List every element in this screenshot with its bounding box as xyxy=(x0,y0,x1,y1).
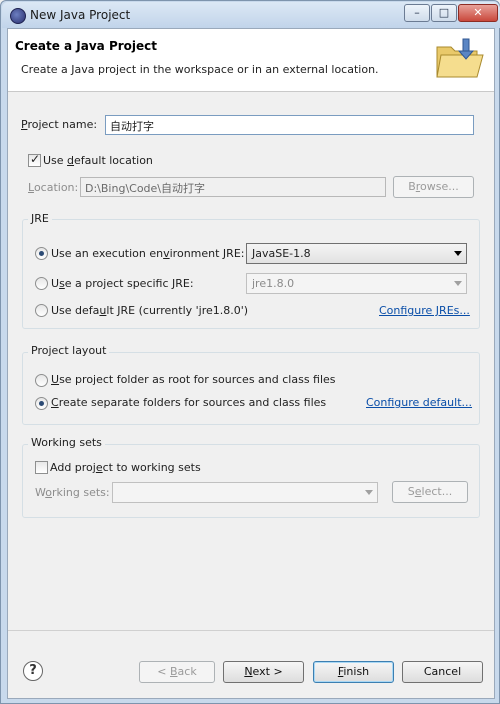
dialog-client-area: Create a Java Project Create a Java proj… xyxy=(7,28,495,699)
next-button[interactable]: Next > xyxy=(223,661,304,683)
add-to-working-sets-checkbox[interactable] xyxy=(35,461,48,474)
wizard-description: Create a Java project in the workspace o… xyxy=(21,63,379,76)
default-jre-radio[interactable] xyxy=(35,304,48,317)
wizard-header: Create a Java Project Create a Java proj… xyxy=(8,29,494,92)
jre-group-title: JRE xyxy=(28,212,52,225)
working-sets-label: Working sets: xyxy=(35,486,110,499)
browse-button[interactable]: Browse... xyxy=(393,176,474,198)
use-default-location-checkbox[interactable]: ✓ xyxy=(28,152,41,167)
java-project-folder-icon xyxy=(436,38,484,78)
radio-selected-dot xyxy=(39,401,44,406)
select-working-sets-button[interactable]: Select... xyxy=(392,481,468,503)
execution-env-label: Use an execution environment JRE: xyxy=(51,247,245,260)
project-specific-jre-value: jre1.8.0 xyxy=(252,277,295,290)
project-name-field[interactable]: 自动打字 xyxy=(105,115,474,135)
eclipse-app-icon xyxy=(10,8,26,24)
working-sets-group-title: Working sets xyxy=(28,436,105,449)
separate-folders-label: Create separate folders for sources and … xyxy=(51,396,327,409)
execution-env-select[interactable]: JavaSE-1.8 xyxy=(246,243,467,264)
project-specific-jre-label: Use a project specific JRE: xyxy=(51,277,194,290)
project-layout-group-title: Project layout xyxy=(28,344,110,357)
help-icon[interactable]: ? xyxy=(23,661,43,681)
execution-env-radio[interactable] xyxy=(35,247,48,260)
add-to-working-sets-label: Add project to working sets xyxy=(50,461,201,474)
location-label: Location: xyxy=(28,181,79,194)
finish-button[interactable]: Finish xyxy=(313,661,394,683)
chevron-down-icon xyxy=(365,490,373,495)
maximize-button[interactable]: □ xyxy=(431,4,457,22)
project-specific-jre-select[interactable]: jre1.8.0 xyxy=(246,273,467,294)
window-title: New Java Project xyxy=(30,8,131,22)
close-button[interactable]: ✕ xyxy=(458,4,498,22)
project-layout-group xyxy=(22,352,480,425)
wizard-body: Project name: 自动打字 ✓ Use default locatio… xyxy=(8,92,494,630)
working-sets-select[interactable] xyxy=(112,482,378,503)
chevron-down-icon xyxy=(454,281,462,286)
checkmark-icon: ✓ xyxy=(30,152,41,166)
project-specific-jre-radio[interactable] xyxy=(35,277,48,290)
configure-default-link[interactable]: Configure default... xyxy=(366,396,472,409)
location-field[interactable]: D:\Bing\Code\自动打字 xyxy=(80,177,386,197)
radio-selected-dot xyxy=(39,251,44,256)
back-button[interactable]: < Back xyxy=(139,661,215,683)
title-bar[interactable]: New Java Project – □ ✕ xyxy=(2,2,500,28)
footer-separator xyxy=(8,630,494,631)
window-frame: New Java Project – □ ✕ Create a Java Pro… xyxy=(0,0,500,704)
configure-jres-link[interactable]: Configure JREs... xyxy=(379,304,470,317)
default-jre-label: Use default JRE (currently 'jre1.8.0') xyxy=(51,304,249,317)
wizard-title: Create a Java Project xyxy=(15,39,158,53)
cancel-button[interactable]: Cancel xyxy=(402,661,483,683)
execution-env-value: JavaSE-1.8 xyxy=(252,247,311,260)
use-default-location-label: Use default location xyxy=(43,154,153,167)
project-name-label: Project name: xyxy=(21,118,98,131)
project-folder-root-label: Use project folder as root for sources a… xyxy=(51,373,336,386)
chevron-down-icon xyxy=(454,251,462,256)
minimize-button[interactable]: – xyxy=(404,4,430,22)
separate-folders-radio[interactable] xyxy=(35,397,48,410)
project-folder-root-radio[interactable] xyxy=(35,374,48,387)
